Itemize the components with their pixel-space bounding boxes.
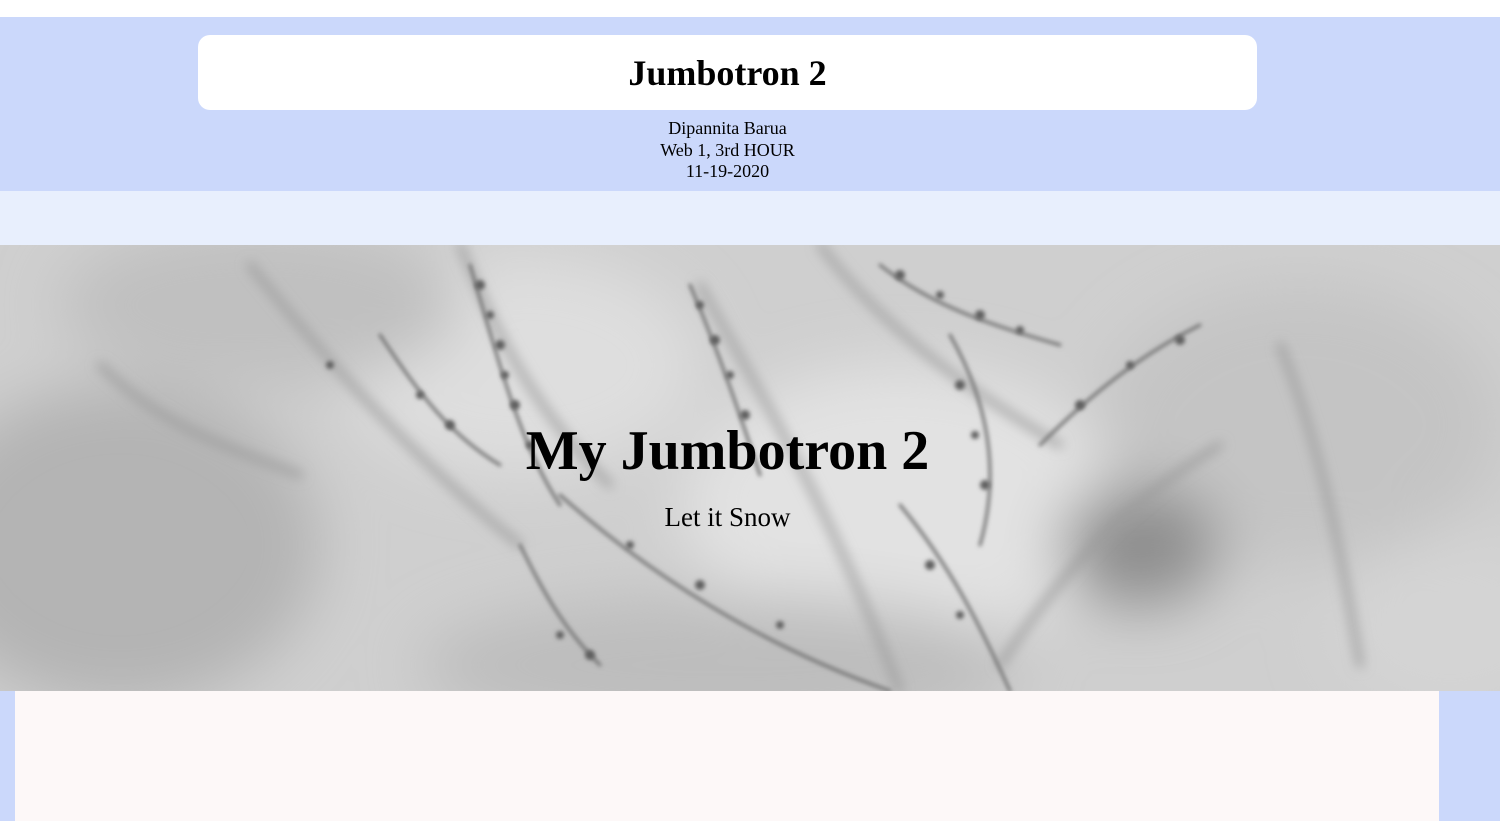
jumbotron: My Jumbotron 2 Let it Snow [0,245,1500,691]
page-header: Jumbotron 2 Dipannita Barua Web 1, 3rd H… [0,17,1500,191]
nav-bar [0,191,1500,245]
date-text: 11-19-2020 [685,161,770,181]
title-card: Jumbotron 2 [198,35,1257,110]
hero-tagline: Let it Snow [664,502,791,532]
page-top-strip [0,0,1500,17]
hero-text: My Jumbotron 2 Let it Snow [0,245,1455,691]
content-area [15,691,1439,821]
hero-heading: My Jumbotron 2 [525,420,930,482]
class-info: Web 1, 3rd HOUR [660,139,795,160]
author-info: Dipannita Barua Web 1, 3rd HOUR 11-19-20… [0,118,1455,183]
author-name: Dipannita Barua [668,118,787,138]
page-title: Jumbotron 2 [628,52,827,93]
